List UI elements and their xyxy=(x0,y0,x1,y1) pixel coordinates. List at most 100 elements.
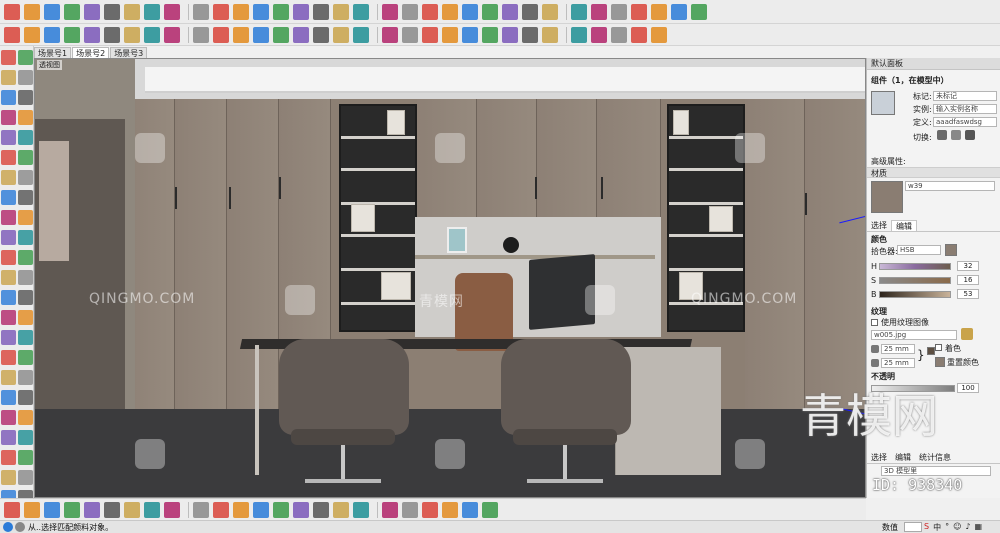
trim-icon[interactable] xyxy=(193,26,209,43)
palette-section-fill-icon[interactable] xyxy=(18,390,33,405)
push-pull-icon[interactable] xyxy=(144,3,160,20)
uv-icon[interactable] xyxy=(591,26,607,43)
angle-icon[interactable] xyxy=(273,501,289,518)
xray-icon[interactable] xyxy=(571,3,587,20)
s-value-input[interactable]: 16 xyxy=(957,275,979,285)
bottom-icon[interactable] xyxy=(482,501,498,518)
arc-icon[interactable] xyxy=(124,3,140,20)
axes-icon[interactable] xyxy=(293,3,309,20)
palette-textured-icon[interactable] xyxy=(18,350,33,365)
geo-status-icon[interactable] xyxy=(3,522,13,532)
subtract-icon[interactable] xyxy=(164,26,180,43)
text-tool-icon[interactable] xyxy=(651,26,667,43)
top-view-icon[interactable] xyxy=(462,3,478,20)
texture-file-input[interactable]: w005.jpg xyxy=(871,330,957,340)
palette-back-view-icon[interactable] xyxy=(18,290,33,305)
look-around-icon[interactable] xyxy=(24,501,40,518)
section-icon[interactable] xyxy=(64,501,80,518)
palette-zoom-window-icon[interactable] xyxy=(1,230,16,245)
folder-icon[interactable] xyxy=(961,328,973,340)
palette-pan-icon[interactable] xyxy=(1,210,16,225)
hue-slider[interactable] xyxy=(879,263,951,270)
palette-bucket-icon[interactable] xyxy=(1,90,16,105)
palette-front-view-icon[interactable] xyxy=(18,270,33,285)
ime-keyboard-icon[interactable]: ▦ xyxy=(975,522,983,533)
palette-outliner-icon[interactable] xyxy=(1,470,16,485)
intersect-icon[interactable] xyxy=(124,26,140,43)
cleanup-icon[interactable] xyxy=(611,26,627,43)
view-cube-icon[interactable] xyxy=(333,501,349,518)
offset-icon[interactable] xyxy=(233,3,249,20)
palette-section-plane-icon[interactable] xyxy=(18,370,33,385)
textured-icon[interactable] xyxy=(651,3,667,20)
palette-scenes-icon[interactable] xyxy=(18,450,33,465)
photo-match-icon[interactable] xyxy=(233,501,249,518)
front-view-icon[interactable] xyxy=(482,3,498,20)
b-value-input[interactable]: 53 xyxy=(957,289,979,299)
zoom-icon[interactable] xyxy=(353,3,369,20)
material-name-input[interactable]: w39 xyxy=(905,181,995,191)
flip-edge-icon[interactable] xyxy=(213,501,229,518)
reset-color-label[interactable]: 重置颜色 xyxy=(947,357,979,368)
model-select[interactable]: 3D 模型里 xyxy=(881,466,991,476)
texture-width-input[interactable]: 25 mm xyxy=(881,344,915,354)
3d-text-icon[interactable] xyxy=(313,501,329,518)
split-icon[interactable] xyxy=(213,26,229,43)
credits-icon[interactable] xyxy=(15,522,25,532)
scene-tab-1[interactable]: 场景号1 xyxy=(34,47,72,58)
text-icon[interactable] xyxy=(273,3,289,20)
drape-icon[interactable] xyxy=(164,501,180,518)
palette-left-view-icon[interactable] xyxy=(1,310,16,325)
iso-icon[interactable] xyxy=(353,501,369,518)
texture-icon[interactable] xyxy=(571,26,587,43)
toggle-lock-icon[interactable] xyxy=(951,130,961,140)
sandbox-from-scratch-icon[interactable] xyxy=(104,501,120,518)
pan-icon[interactable] xyxy=(333,3,349,20)
right-icon[interactable] xyxy=(422,501,438,518)
palette-arc-icon[interactable] xyxy=(1,110,16,125)
line-icon[interactable] xyxy=(104,3,120,20)
zoom-window-icon[interactable] xyxy=(382,3,398,20)
ime-s-icon[interactable]: S xyxy=(924,522,929,533)
tab-select[interactable]: 选择 xyxy=(867,220,891,231)
palette-rotate-icon[interactable] xyxy=(18,130,33,145)
palette-styles-icon[interactable] xyxy=(1,450,16,465)
iso-view-icon[interactable] xyxy=(442,3,458,20)
fillet-icon[interactable] xyxy=(353,26,369,43)
hide-icon[interactable] xyxy=(482,26,498,43)
definition-input[interactable]: aaadfaswdsg xyxy=(933,117,997,127)
instance-input[interactable]: 输入实例名称 xyxy=(933,104,997,114)
add-detail-icon[interactable] xyxy=(193,501,209,518)
bucket-icon[interactable] xyxy=(84,3,100,20)
eraser-icon[interactable] xyxy=(64,3,80,20)
position-camera-icon[interactable] xyxy=(44,501,60,518)
picker-select[interactable]: HSB xyxy=(897,245,941,255)
palette-tape-icon[interactable] xyxy=(1,170,16,185)
top-icon[interactable] xyxy=(382,501,398,518)
freehand-icon[interactable] xyxy=(24,3,40,20)
flip-icon[interactable] xyxy=(442,26,458,43)
ime-mic-icon[interactable]: ♪ xyxy=(965,522,970,533)
palette-layers-icon[interactable] xyxy=(1,50,16,65)
palette-freehand-icon[interactable] xyxy=(18,50,33,65)
palette-sandbox-icon[interactable] xyxy=(1,490,16,498)
ime-punct-icon[interactable]: ° xyxy=(945,522,949,533)
palette-geo-location-icon[interactable] xyxy=(18,470,33,485)
shapes-icon[interactable] xyxy=(44,3,60,20)
front-icon[interactable] xyxy=(402,501,418,518)
explode-icon[interactable] xyxy=(462,26,478,43)
soften-icon[interactable] xyxy=(253,26,269,43)
move-icon[interactable] xyxy=(164,3,180,20)
lock-icon[interactable] xyxy=(522,26,538,43)
extrude-icon[interactable] xyxy=(313,26,329,43)
smoove-icon[interactable] xyxy=(124,501,140,518)
sandbox-from-contours-icon[interactable] xyxy=(84,501,100,518)
weld-icon[interactable] xyxy=(273,26,289,43)
colorize-checkbox[interactable] xyxy=(935,344,942,351)
previous-view-icon[interactable] xyxy=(422,3,438,20)
left-view-icon[interactable] xyxy=(542,3,558,20)
purge-icon[interactable] xyxy=(631,26,647,43)
union-icon[interactable] xyxy=(144,26,160,43)
palette-top-view-icon[interactable] xyxy=(1,270,16,285)
tab-edit[interactable]: 编辑 xyxy=(891,220,917,231)
